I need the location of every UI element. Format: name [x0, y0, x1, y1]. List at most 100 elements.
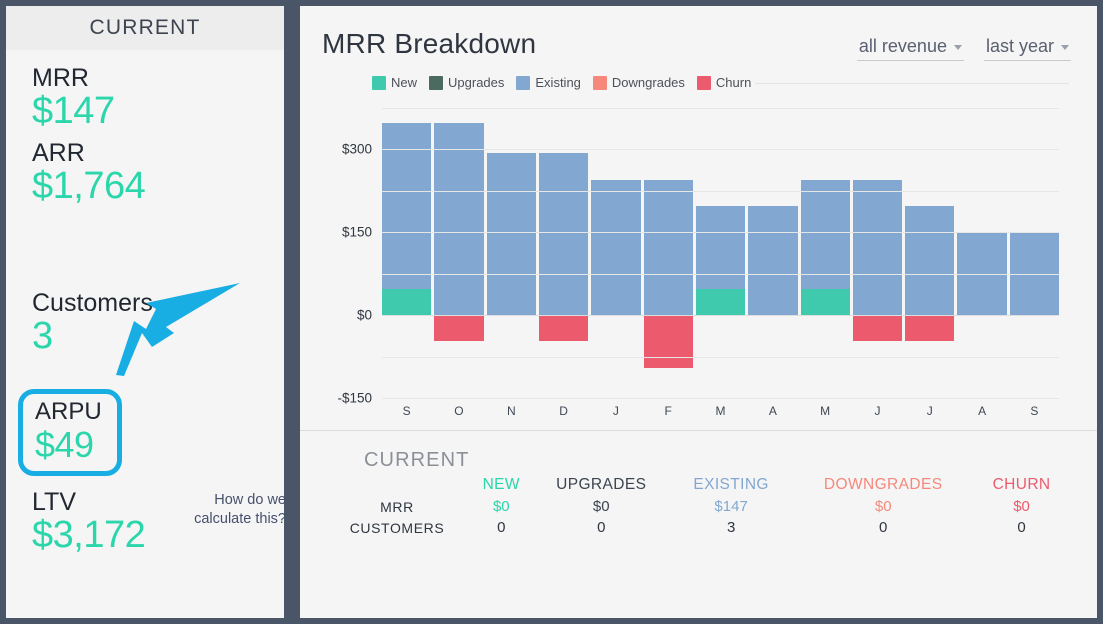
bar-segment-existing	[591, 179, 641, 316]
page-title: MRR Breakdown	[322, 28, 537, 59]
bar-segment-new	[800, 289, 850, 316]
bar-column[interactable]	[434, 108, 484, 398]
metric-customers-value: 3	[32, 315, 53, 357]
bar-column[interactable]	[591, 108, 641, 398]
bar-column[interactable]	[538, 108, 589, 398]
x-axis-label: A	[978, 404, 987, 418]
bar-segment-churn	[538, 315, 589, 342]
dashboard: CURRENT MRR $147 ARR $1,764 Customers 3 …	[0, 0, 1103, 624]
chevron-down-icon	[1061, 45, 1069, 50]
metric-customers-label: Customers	[32, 289, 153, 317]
metric-arpu-highlighted[interactable]: ARPU $49	[18, 389, 122, 476]
bar-column[interactable]	[957, 108, 1007, 398]
table-cell: $0	[1013, 498, 1030, 515]
sidebar-header: CURRENT	[6, 6, 284, 50]
bar-chart: $300 $150 $0 -$150	[337, 108, 1060, 406]
bar-segment-existing	[643, 179, 693, 316]
table-cell: $0	[492, 498, 510, 515]
metric-arpu-label: ARPU	[35, 398, 102, 425]
legend-item-existing[interactable]: Existing	[516, 75, 581, 90]
metric-ltv-label: LTV	[32, 488, 76, 516]
legend-item-downgrades[interactable]: Downgrades	[592, 75, 685, 90]
legend-label: New	[391, 75, 418, 90]
chart-filters: all revenue last year	[856, 28, 1071, 61]
bar-column[interactable]	[695, 108, 746, 398]
metric-arr-label: ARR	[32, 138, 85, 167]
legend-item-upgrades[interactable]: Upgrades	[429, 75, 504, 90]
legend-label: Downgrades	[611, 75, 685, 90]
table-cell: 0	[1017, 519, 1026, 536]
metric-customers[interactable]: Customers 3	[32, 289, 153, 357]
bar-column[interactable]	[382, 108, 432, 398]
mrr-breakdown-panel: MRR Breakdown all revenue last year New U…	[300, 6, 1097, 618]
period-filter-value: last year	[985, 36, 1054, 56]
bar-column[interactable]	[643, 108, 693, 398]
gridline	[382, 232, 1059, 234]
chart-plot-area: $300 $150 $0 -$150 S O N D J F M A M J J A S	[322, 94, 1069, 424]
bar-segment-churn	[905, 315, 955, 342]
bar-column[interactable]	[486, 108, 536, 398]
x-axis-labels: SONDJFMAMJJAS	[382, 404, 1059, 418]
table-column-header: UPGRADES	[556, 476, 647, 493]
summary-title: CURRENT	[364, 449, 470, 471]
bar-segment-churn	[643, 315, 693, 369]
bar-segment-new	[695, 289, 746, 316]
y-axis-tick: $300	[341, 141, 372, 157]
metric-ltv-value: $3,172	[32, 514, 146, 556]
legend-item-churn[interactable]: Churn	[696, 75, 752, 90]
summary-table: NEW UPGRADES EXISTING DOWNGRADES CHURN MRR $0…	[322, 474, 1067, 538]
gridline	[382, 273, 1059, 275]
metric-ltv[interactable]: LTV $3,172	[32, 488, 146, 556]
chevron-down-icon	[953, 45, 962, 50]
table-column-header: NEW	[482, 476, 520, 493]
x-axis-label: J	[612, 404, 619, 418]
x-axis-label: S	[402, 404, 411, 418]
revenue-filter-dropdown[interactable]: all revenue	[856, 36, 964, 61]
metric-mrr-value: $147	[32, 90, 115, 132]
legend-item-new[interactable]: New	[372, 75, 417, 90]
legend-swatch-icon	[516, 75, 531, 90]
table-row: CUSTOMERS 0 0 3 0 0	[322, 517, 1067, 538]
table-body: MRR $0 $0 $147 $0 $0 CUSTOMERS 0 0 3 0 0	[322, 496, 1067, 538]
x-axis-label: O	[454, 404, 464, 418]
legend-swatch-icon	[592, 75, 607, 90]
table-cell: $0	[592, 498, 610, 515]
legend-label: Churn	[715, 75, 752, 90]
table-column-header: CHURN	[992, 476, 1051, 493]
bar-segment-existing	[538, 153, 589, 316]
table-cell: 0	[597, 519, 606, 536]
bar-segment-churn	[852, 315, 903, 342]
summary-table-section: CURRENT NEW UPGRADES EXISTING DOWNGRADES CHU…	[300, 431, 1097, 538]
period-filter-dropdown[interactable]: last year	[983, 36, 1071, 61]
table-cell: $147	[714, 498, 748, 515]
table-row: MRR $0 $0 $147 $0 $0	[322, 496, 1067, 517]
chart-header: MRR Breakdown all revenue last year	[300, 6, 1097, 61]
table-column-header: EXISTING	[693, 476, 769, 493]
bar-column[interactable]	[800, 108, 850, 398]
y-axis-tick: $150	[341, 224, 372, 240]
bar-column[interactable]	[1009, 108, 1060, 398]
legend-label: Existing	[535, 75, 581, 90]
table-row-header: CUSTOMERS	[349, 519, 445, 536]
y-axis-tick: -$150	[337, 390, 372, 406]
legend-label: Upgrades	[448, 75, 505, 90]
bar-segment-existing	[905, 206, 955, 316]
legend-swatch-icon	[372, 75, 386, 90]
table-column-header: DOWNGRADES	[823, 476, 943, 493]
gridline	[382, 190, 1059, 192]
table-cell: $0	[874, 498, 892, 515]
metric-mrr[interactable]: MRR $147	[32, 64, 284, 132]
x-axis-label: J	[874, 404, 881, 418]
metrics-sidebar: CURRENT MRR $147 ARR $1,764 Customers 3 …	[6, 6, 286, 618]
bar-column[interactable]	[905, 108, 955, 398]
bar-column[interactable]	[748, 108, 798, 398]
bar-column[interactable]	[852, 108, 903, 398]
bar-segment-existing	[382, 123, 432, 290]
x-axis-label: M	[820, 404, 831, 418]
table-cell: 0	[497, 519, 506, 536]
metric-arr[interactable]: ARR $1,764	[32, 139, 284, 207]
x-axis-label: M	[715, 404, 726, 418]
gridline	[382, 108, 1059, 109]
how-do-we-calculate-link[interactable]: How do we calculate this?	[182, 491, 286, 528]
y-axis-tick: $0	[356, 307, 372, 323]
